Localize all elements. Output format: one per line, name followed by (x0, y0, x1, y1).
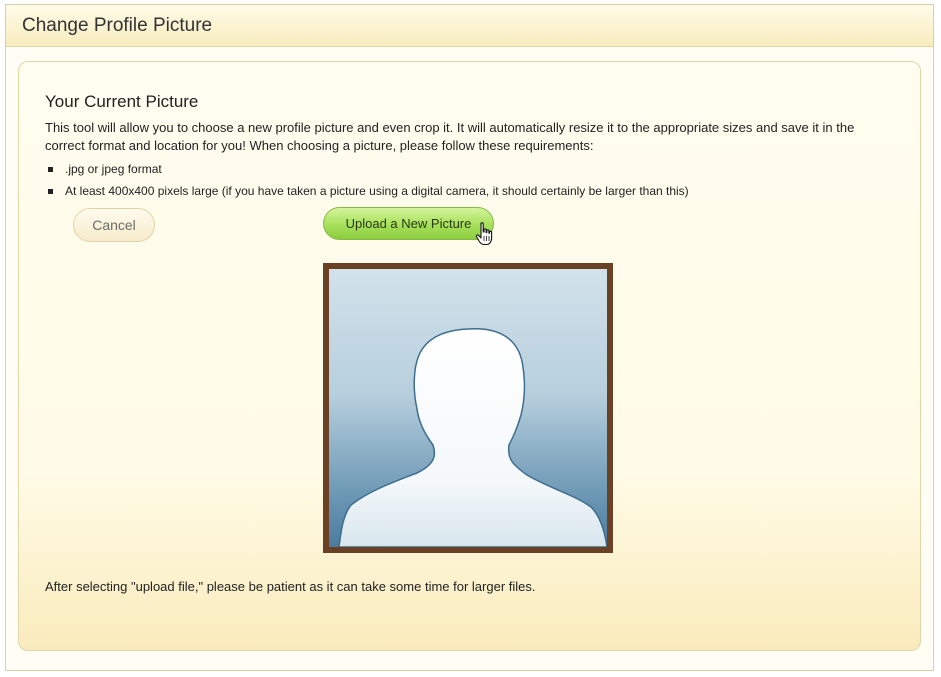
requirements-list: .jpg or jpeg format At least 400x400 pix… (45, 158, 689, 202)
cancel-button[interactable]: Cancel (73, 208, 155, 242)
section-title: Your Current Picture (45, 92, 199, 111)
window-title: Change Profile Picture (22, 14, 213, 36)
bullet-icon (48, 167, 53, 172)
upload-patience-note: After selecting "upload file," please be… (45, 579, 536, 594)
bullet-icon (48, 189, 53, 194)
window-titlebar: Change Profile Picture (6, 5, 933, 47)
change-profile-picture-window: Change Profile Picture Your Current Pict… (5, 4, 934, 671)
hand-pointer-icon (475, 222, 493, 246)
current-picture-frame (323, 263, 613, 553)
requirement-text: .jpg or jpeg format (65, 162, 162, 176)
current-picture-panel: Your Current Picture This tool will allo… (18, 61, 921, 651)
requirement-text: At least 400x400 pixels large (if you ha… (65, 184, 689, 198)
default-avatar-silhouette (329, 269, 607, 547)
requirement-item: .jpg or jpeg format (45, 158, 689, 180)
requirement-item: At least 400x400 pixels large (if you ha… (45, 180, 689, 202)
tool-description: This tool will allow you to choose a new… (45, 120, 855, 153)
upload-new-picture-button[interactable]: Upload a New Picture (323, 207, 494, 240)
